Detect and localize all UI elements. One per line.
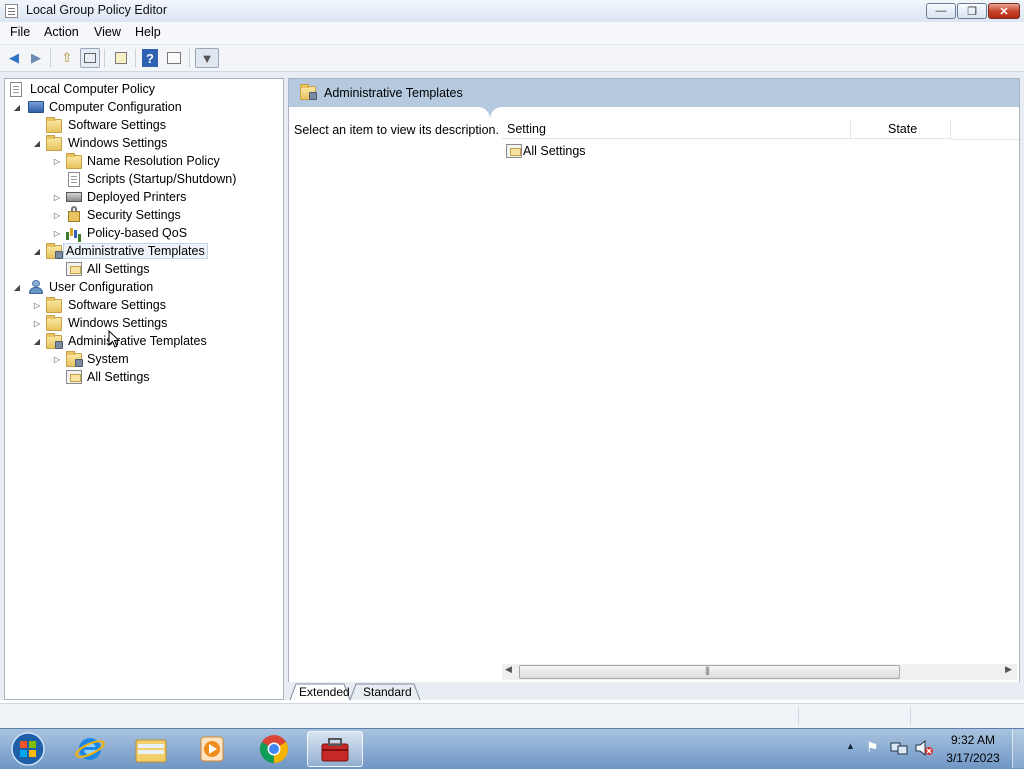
taskbar-group-policy-editor[interactable] bbox=[307, 731, 363, 767]
folder-icon bbox=[46, 135, 62, 151]
toolbar: ◀ ▶ ⇧ ? ▼ bbox=[0, 45, 1024, 72]
details-pane bbox=[288, 78, 1020, 700]
all-settings-icon bbox=[66, 370, 82, 384]
description-text: Select an item to view its description. bbox=[294, 123, 499, 137]
menu-action[interactable]: Action bbox=[44, 25, 79, 39]
menu-help[interactable]: Help bbox=[135, 25, 161, 39]
expanded-arrow-icon[interactable]: ◢ bbox=[32, 139, 42, 148]
tab-extended[interactable]: Extended bbox=[299, 683, 350, 700]
collapsed-arrow-icon[interactable]: ▷ bbox=[52, 157, 62, 166]
window-title: Local Group Policy Editor bbox=[26, 3, 168, 17]
computer-icon bbox=[28, 101, 44, 113]
collapsed-arrow-icon[interactable]: ▷ bbox=[52, 193, 62, 202]
internet-explorer-icon bbox=[75, 738, 105, 760]
clock-time[interactable]: 9:32 AM bbox=[940, 733, 1006, 747]
admin-templates-icon bbox=[300, 84, 317, 100]
chrome-icon bbox=[260, 735, 288, 763]
tab-standard[interactable]: Standard bbox=[363, 683, 412, 700]
expanded-arrow-icon[interactable]: ◢ bbox=[32, 247, 42, 256]
qos-chart-icon bbox=[66, 226, 82, 240]
maximize-button[interactable]: ❐ bbox=[957, 3, 987, 19]
column-header-state[interactable]: State bbox=[851, 119, 950, 139]
expanded-arrow-icon[interactable]: ◢ bbox=[12, 103, 22, 112]
status-bar bbox=[0, 703, 1024, 728]
menu-view[interactable]: View bbox=[94, 25, 121, 39]
volume-muted-icon[interactable] bbox=[914, 740, 934, 756]
media-player-icon bbox=[200, 736, 224, 762]
folder-icon bbox=[46, 315, 62, 331]
export-list-icon[interactable] bbox=[111, 48, 131, 68]
script-icon bbox=[68, 172, 80, 187]
scroll-grip-icon: ||| bbox=[705, 665, 710, 675]
show-desktop-button[interactable] bbox=[1012, 729, 1024, 768]
up-folder-icon[interactable]: ⇧ bbox=[57, 48, 77, 68]
clock-date[interactable]: 3/17/2023 bbox=[940, 751, 1006, 765]
taskbar-windows-explorer[interactable] bbox=[123, 731, 179, 767]
folder-icon bbox=[46, 297, 62, 313]
system-folder-icon bbox=[66, 351, 83, 367]
network-icon[interactable] bbox=[890, 740, 908, 756]
expanded-arrow-icon[interactable]: ◢ bbox=[32, 337, 42, 346]
action-center-flag-icon[interactable]: ⚑ bbox=[866, 739, 879, 756]
forward-arrow-icon[interactable]: ▶ bbox=[26, 48, 46, 68]
close-button[interactable]: ✕ bbox=[988, 3, 1020, 19]
policy-editor-icon bbox=[5, 4, 18, 18]
policy-document-icon bbox=[10, 82, 22, 97]
mouse-cursor-icon bbox=[108, 330, 120, 348]
menu-file[interactable]: File bbox=[10, 25, 30, 39]
help-icon[interactable]: ? bbox=[142, 49, 158, 67]
folder-icon bbox=[66, 153, 82, 169]
scrollbar-thumb[interactable] bbox=[519, 665, 900, 679]
windows-start-orb-icon bbox=[11, 732, 45, 766]
admin-templates-icon bbox=[46, 243, 63, 259]
collapsed-arrow-icon[interactable]: ▷ bbox=[32, 319, 42, 328]
folder-explorer-icon bbox=[135, 739, 167, 763]
collapsed-arrow-icon[interactable]: ▷ bbox=[52, 211, 62, 220]
scroll-left-arrow-icon[interactable]: ◀ bbox=[505, 664, 512, 675]
filter-icon[interactable]: ▼ bbox=[195, 48, 219, 68]
admin-templates-icon bbox=[46, 333, 63, 349]
expanded-arrow-icon[interactable]: ◢ bbox=[12, 283, 22, 292]
minimize-button[interactable]: — bbox=[926, 3, 956, 19]
show-hidden-icons-arrow[interactable]: ▲ bbox=[846, 741, 855, 751]
all-settings-icon bbox=[506, 144, 522, 158]
collapsed-arrow-icon[interactable]: ▷ bbox=[52, 355, 62, 364]
folder-icon bbox=[46, 117, 62, 133]
taskbar-chrome[interactable] bbox=[246, 731, 302, 767]
properties-view-icon[interactable] bbox=[164, 48, 184, 68]
printer-icon bbox=[66, 192, 82, 202]
back-arrow-icon[interactable]: ◀ bbox=[4, 48, 24, 68]
menu-bar: File Action View Help bbox=[0, 22, 1024, 45]
toolbox-icon bbox=[321, 738, 349, 762]
details-header-title: Administrative Templates bbox=[324, 86, 463, 100]
scroll-right-arrow-icon[interactable]: ▶ bbox=[1005, 664, 1012, 675]
start-button[interactable] bbox=[0, 731, 56, 767]
security-lock-icon bbox=[68, 206, 80, 222]
show-hide-tree-icon[interactable] bbox=[80, 48, 100, 68]
taskbar-internet-explorer[interactable] bbox=[62, 731, 118, 767]
taskbar-media-player[interactable] bbox=[184, 731, 240, 767]
title-bar: Local Group Policy Editor — ❐ ✕ bbox=[0, 0, 1024, 23]
column-header-setting[interactable]: Setting bbox=[502, 119, 850, 139]
all-settings-icon bbox=[66, 262, 82, 276]
user-icon bbox=[28, 280, 44, 294]
collapsed-arrow-icon[interactable]: ▷ bbox=[52, 229, 62, 238]
collapsed-arrow-icon[interactable]: ▷ bbox=[32, 301, 42, 310]
